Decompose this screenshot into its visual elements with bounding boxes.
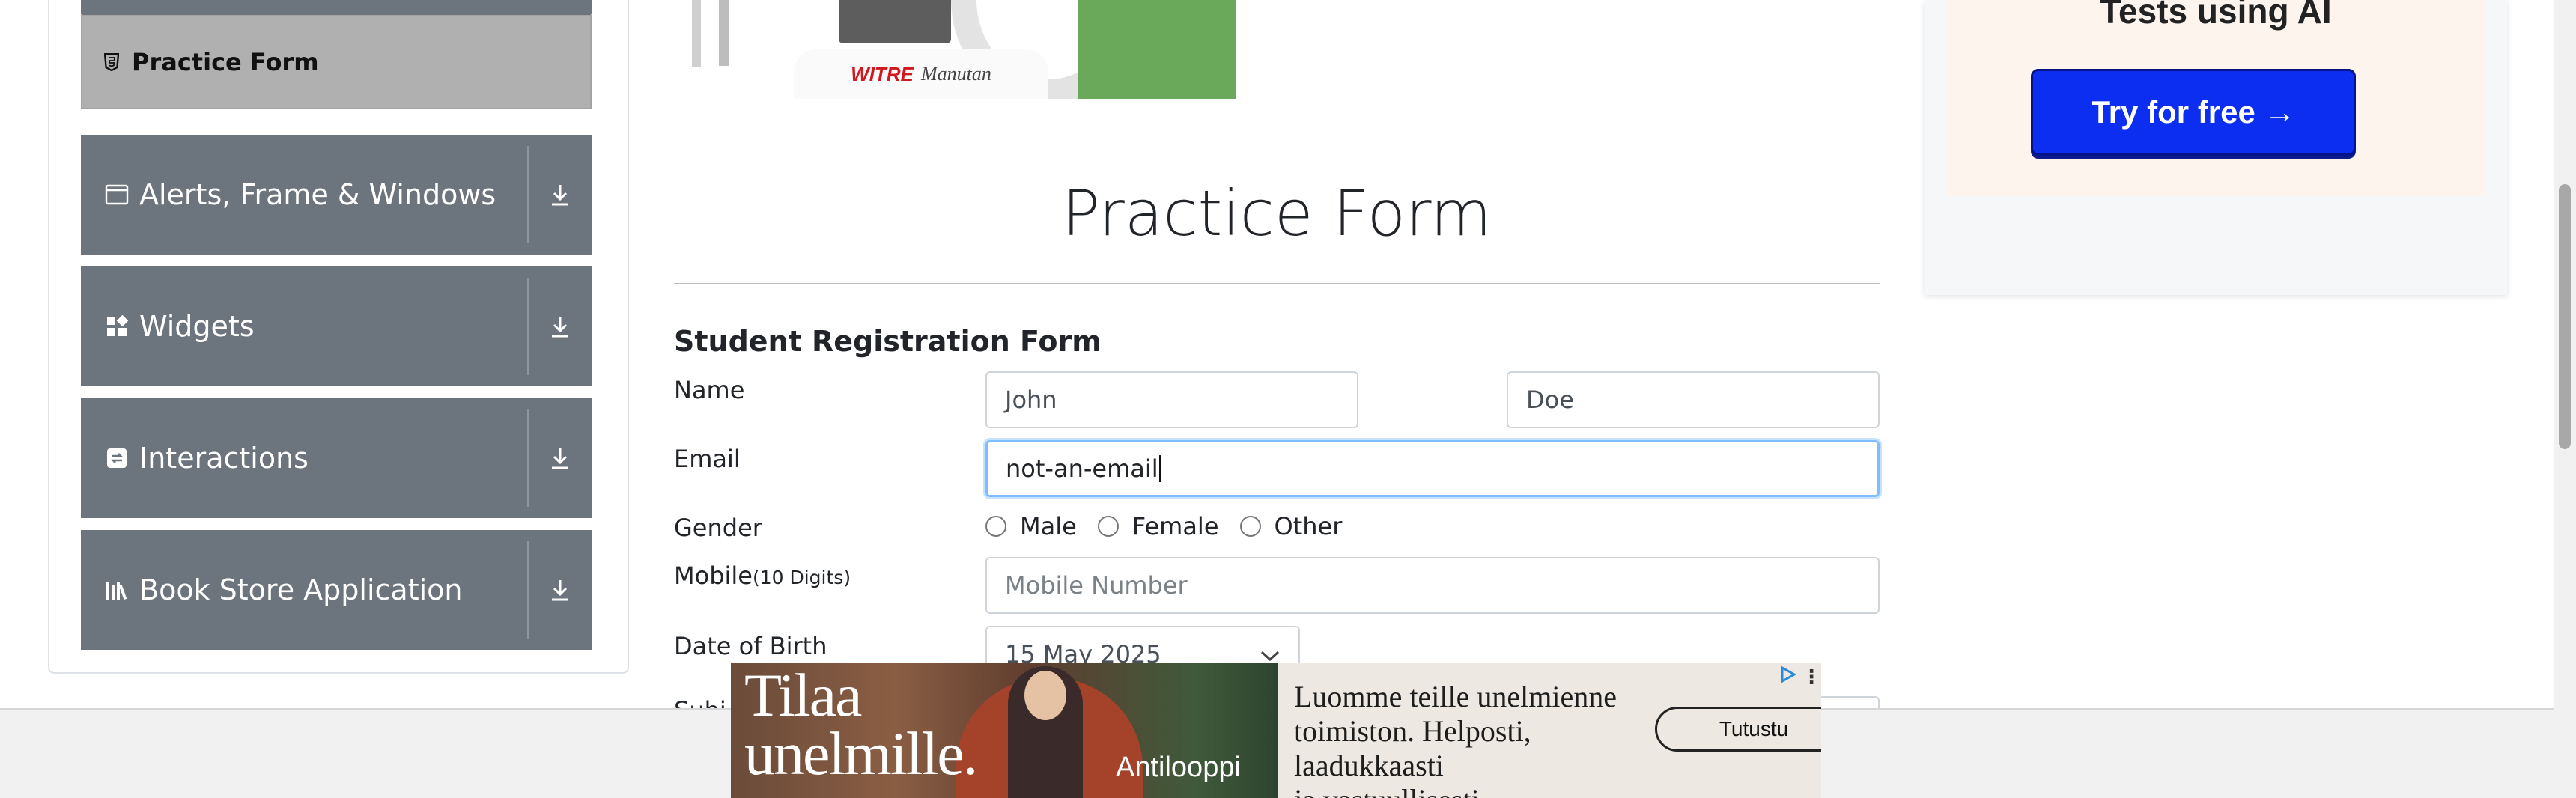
window-icon: [105, 183, 129, 207]
mobile-label: Mobile(10 Digits): [674, 561, 851, 590]
dob-label: Date of Birth: [674, 632, 827, 660]
try-for-free-button[interactable]: Try for free →: [2031, 69, 2356, 156]
ad-inner: Tests using AI Try for free →: [1947, 0, 2485, 196]
ad-headline-line2: unelmille.: [744, 719, 978, 788]
radio-label: Female: [1131, 512, 1219, 540]
mobile-placeholder: Mobile Number: [1005, 571, 1188, 600]
sidebar-group-label: Book Store Application: [139, 573, 463, 606]
page-title: Practice Form: [1062, 177, 1492, 250]
ad-logo-primary: WITRE: [851, 62, 914, 85]
ad-image-part: [692, 0, 701, 67]
sidebar-group-forms-bottom-edge: [81, 0, 592, 15]
adchoices-icon[interactable]: [1778, 665, 1797, 684]
ad-copy-line3: ja vastuullisesti.: [1294, 783, 1646, 798]
ad-copy: Luomme teille unelmienne toimiston. Help…: [1294, 680, 1646, 798]
first-name-value: John: [1005, 386, 1057, 414]
sidebar-group-book-store[interactable]: Book Store Application: [81, 530, 592, 650]
ad-brand: Antilooppi: [1116, 752, 1241, 783]
title-divider: [674, 283, 1880, 284]
books-icon: [105, 578, 129, 602]
form-heading: Student Registration Form: [674, 325, 1102, 358]
bottom-banner-ad[interactable]: Tilaa unelmille. Antilooppi Luomme teill…: [731, 663, 1821, 798]
ad-copy-line1: Luomme teille unelmienne: [1294, 680, 1617, 713]
mobile-hint: (10 Digits): [752, 567, 851, 588]
radio-label: Male: [1020, 512, 1077, 540]
widgets-icon: [105, 314, 129, 338]
download-arrow-icon[interactable]: [529, 398, 592, 518]
ad-text: Tests using AI: [2100, 0, 2332, 31]
top-banner-ad[interactable]: WITRE Manutan: [674, 0, 1236, 99]
sidebar-group-label: Interactions: [139, 442, 309, 475]
right-ad-panel[interactable]: Tests using AI Try for free →: [1925, 0, 2507, 295]
last-name-value: Doe: [1526, 386, 1574, 414]
first-name-input[interactable]: John: [985, 371, 1358, 428]
kebab-menu-icon[interactable]: ⋮: [1802, 666, 1821, 689]
ad-headline: Tilaa unelmille.: [744, 663, 978, 788]
interactions-icon: [105, 446, 129, 470]
ad-headline-line1: Tilaa: [744, 663, 863, 729]
mobile-input[interactable]: Mobile Number: [985, 557, 1880, 614]
sidebar-group-widgets[interactable]: Widgets: [81, 266, 592, 386]
download-arrow-icon[interactable]: [529, 530, 592, 650]
gender-other-radio[interactable]: Other: [1239, 512, 1343, 540]
gender-male-radio[interactable]: Male: [985, 512, 1077, 540]
name-label: Name: [674, 376, 745, 404]
radio-circle[interactable]: [985, 516, 1006, 537]
gender-radio-group: Male Female Other: [985, 512, 1363, 540]
sidebar-group-interactions[interactable]: Interactions: [81, 398, 592, 518]
email-input[interactable]: not-an-email: [985, 440, 1880, 497]
scrollbar-thumb[interactable]: [2559, 184, 2571, 449]
gender-female-radio[interactable]: Female: [1097, 512, 1219, 540]
download-arrow-icon[interactable]: [529, 135, 592, 255]
last-name-input[interactable]: Doe: [1507, 371, 1880, 428]
radio-label: Other: [1274, 512, 1343, 540]
sidebar-item-practice-form[interactable]: Practice Form: [81, 15, 592, 109]
ad-logo: WITRE Manutan: [794, 49, 1048, 99]
tutustu-button[interactable]: Tutustu: [1655, 707, 1821, 752]
ad-copy-line2: toimiston. Helposti, laadukkaasti: [1294, 714, 1531, 782]
sidebar-item-label: Practice Form: [132, 48, 319, 76]
ad-image-part: [719, 0, 729, 66]
email-value: not-an-email: [1006, 454, 1158, 483]
download-arrow-icon[interactable]: [529, 266, 592, 386]
sidebar-group-label: Alerts, Frame & Windows: [139, 178, 496, 211]
html5-icon: [103, 52, 120, 72]
email-label: Email: [674, 445, 741, 473]
gender-label: Gender: [674, 514, 762, 542]
radio-circle[interactable]: [1097, 516, 1119, 537]
ad-image-part: [1078, 0, 1236, 99]
radio-circle[interactable]: [1239, 516, 1261, 537]
mobile-label-text: Mobile: [674, 561, 753, 590]
sidebar-group-alerts-frame-windows[interactable]: Alerts, Frame & Windows: [81, 135, 592, 255]
vertical-scrollbar[interactable]: [2554, 0, 2576, 798]
text-caret: [1158, 455, 1161, 482]
ad-photo-face: [1024, 671, 1066, 720]
ad-logo-secondary: Manutan: [920, 63, 991, 85]
ad-image-part: [839, 0, 951, 43]
sidebar-group-label: Widgets: [139, 310, 255, 343]
